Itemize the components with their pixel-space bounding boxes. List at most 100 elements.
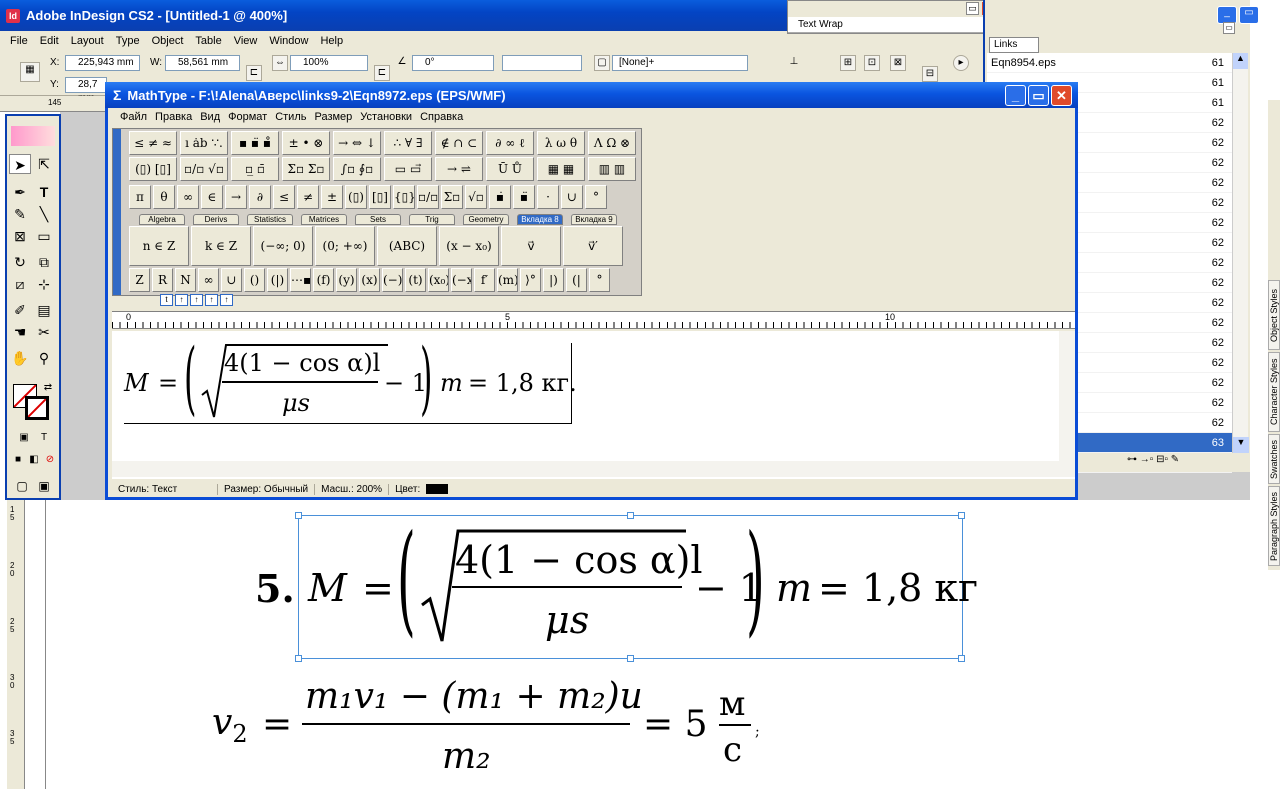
- scroll-up-icon[interactable]: ▲: [1233, 53, 1248, 69]
- links-tab[interactable]: Links: [989, 37, 1039, 53]
- mt-menu-style[interactable]: Стиль: [271, 111, 310, 123]
- small-bar-button-13[interactable]: Σ▫: [441, 185, 463, 209]
- free-transform-tool-icon[interactable]: ⊹: [33, 274, 55, 294]
- small-bar-button-4[interactable]: →: [225, 185, 247, 209]
- small-template-button-11[interactable]: (−): [382, 268, 403, 292]
- rotate-tool-icon[interactable]: ↻: [9, 252, 31, 272]
- hand-tool-icon[interactable]: ✋: [9, 348, 31, 368]
- small-template-button-4[interactable]: ∪: [221, 268, 242, 292]
- template-palette-8[interactable]: ▦ ▦: [537, 157, 585, 181]
- small-template-button-7[interactable]: ⋯▪: [290, 268, 311, 292]
- small-template-button-14[interactable]: (−x): [451, 268, 472, 292]
- symbol-palette-1[interactable]: ı ȧb ∵.: [180, 131, 228, 155]
- small-template-button-13[interactable]: (x₀): [428, 268, 449, 292]
- w-field[interactable]: 58,561 mm: [165, 55, 240, 71]
- menu-window[interactable]: Window: [263, 35, 314, 47]
- small-template-button-8[interactable]: (f): [313, 268, 334, 292]
- symbol-palette-2[interactable]: ▪ ▪̈ ▪̊: [231, 131, 279, 155]
- stroke-swatch[interactable]: [25, 396, 49, 420]
- fit-icon[interactable]: ⊞: [840, 55, 856, 71]
- panel-menu-icon[interactable]: ▸: [953, 55, 969, 71]
- button-tool-icon[interactable]: ☚: [9, 322, 31, 342]
- small-template-button-17[interactable]: ⟩°: [520, 268, 541, 292]
- small-bar-button-6[interactable]: ≤: [273, 185, 295, 209]
- small-bar-button-8[interactable]: ±: [321, 185, 343, 209]
- small-bar-button-17[interactable]: ·: [537, 185, 559, 209]
- scale-tool-icon[interactable]: ⧉: [33, 252, 55, 272]
- palette-tab-1[interactable]: Derivs: [193, 214, 239, 225]
- palette-tab-5[interactable]: Trig: [409, 214, 455, 225]
- menu-table[interactable]: Table: [189, 35, 227, 47]
- close-icon[interactable]: ✕: [1051, 85, 1072, 106]
- object-styles-tab[interactable]: Object Styles: [1268, 280, 1280, 350]
- small-bar-button-10[interactable]: [▯]: [369, 185, 391, 209]
- small-template-button-3[interactable]: ∞: [198, 268, 219, 292]
- small-bar-button-16[interactable]: ▪̈: [513, 185, 535, 209]
- size-button[interactable]: ↑: [205, 294, 218, 306]
- tab-template-button-1[interactable]: k ∈ Z: [191, 226, 251, 266]
- y-field[interactable]: 28,7 mm: [65, 77, 107, 104]
- small-bar-button-9[interactable]: (▯): [345, 185, 367, 209]
- stroke-icon[interactable]: ▢: [594, 55, 610, 71]
- small-bar-button-1[interactable]: θ: [153, 185, 175, 209]
- equation-editor-area[interactable]: M = ( 4(1 − cos α)l μs − 1 ) m = 1,8 кг.: [112, 331, 1075, 479]
- symbol-palette-0[interactable]: ≤ ≠ ≈: [129, 131, 177, 155]
- swatches-tab[interactable]: Swatches: [1268, 434, 1280, 484]
- pen-tool-icon[interactable]: ✒: [9, 182, 31, 202]
- rectangle-frame-tool-icon[interactable]: ⊠: [9, 226, 31, 246]
- type-tool-icon[interactable]: T: [33, 182, 55, 202]
- menu-view[interactable]: View: [228, 35, 264, 47]
- palette-tab-2[interactable]: Statistics: [247, 214, 293, 225]
- preview-mode-icon[interactable]: ▣: [33, 476, 55, 496]
- tab-template-button-6[interactable]: v⃗: [501, 226, 561, 266]
- small-template-button-10[interactable]: (x): [359, 268, 380, 292]
- palette-tab-4[interactable]: Sets: [355, 214, 401, 225]
- scale-field[interactable]: 100%: [290, 55, 368, 71]
- line-tool-icon[interactable]: ╲: [33, 204, 55, 224]
- small-template-button-19[interactable]: (|: [566, 268, 587, 292]
- tab-template-button-3[interactable]: (0; +∞): [315, 226, 375, 266]
- template-palette-4[interactable]: ∫▫ ∮▫: [333, 157, 381, 181]
- tab-template-button-5[interactable]: (x − x₀): [439, 226, 499, 266]
- gradient-tool-icon[interactable]: ▤: [33, 300, 55, 320]
- small-bar-button-3[interactable]: ∈: [201, 185, 223, 209]
- frame-handle[interactable]: [958, 655, 965, 662]
- swap-fill-stroke-icon[interactable]: ⇄: [37, 378, 59, 398]
- scissors-tool-icon[interactable]: ✂: [33, 322, 55, 342]
- template-palette-7[interactable]: Ū Ů: [486, 157, 534, 181]
- formatting-container-icon[interactable]: ▣: [13, 428, 35, 448]
- minimize-icon[interactable]: ▭: [966, 2, 979, 15]
- palette-tab-8[interactable]: Вкладка 9: [571, 214, 617, 225]
- symbol-palette-9[interactable]: Λ Ω ⊗: [588, 131, 636, 155]
- mt-menu-view[interactable]: Вид: [196, 111, 224, 123]
- template-palette-0[interactable]: (▯) [▯]: [129, 157, 177, 181]
- symbol-palette-6[interactable]: ∉ ∩ ⊂: [435, 131, 483, 155]
- panel-minimize-icon[interactable]: ▭: [1223, 22, 1235, 34]
- link-row[interactable]: Eqn8954.eps 61: [987, 53, 1232, 73]
- palette-tab-3[interactable]: Matrices: [301, 214, 347, 225]
- menu-edit[interactable]: Edit: [34, 35, 65, 47]
- small-bar-button-7[interactable]: ≠: [297, 185, 319, 209]
- size-button[interactable]: t: [160, 294, 173, 306]
- small-template-button-5[interactable]: (): [244, 268, 265, 292]
- constrain-icon[interactable]: ⊏: [246, 65, 262, 81]
- frame-handle[interactable]: [295, 655, 302, 662]
- minimize-icon[interactable]: _: [1005, 85, 1026, 106]
- small-template-button-1[interactable]: R: [152, 268, 173, 292]
- eyedropper-tool-icon[interactable]: ✐: [9, 300, 31, 320]
- symbol-palette-5[interactable]: ∴ ∀ ∃: [384, 131, 432, 155]
- template-palette-1[interactable]: ▫/▫ √▫: [180, 157, 228, 181]
- small-template-button-2[interactable]: N: [175, 268, 196, 292]
- links-scrollbar[interactable]: ▲ ▼: [1232, 53, 1249, 453]
- constrain-scale-icon[interactable]: ⊏: [374, 65, 390, 81]
- center-content-icon[interactable]: ⊠: [890, 55, 906, 71]
- menu-layout[interactable]: Layout: [65, 35, 110, 47]
- palette-tab-7[interactable]: Вкладка 8: [517, 214, 563, 225]
- small-template-button-12[interactable]: (t): [405, 268, 426, 292]
- symbol-palette-3[interactable]: ± • ⊗: [282, 131, 330, 155]
- small-template-button-6[interactable]: (|): [267, 268, 288, 292]
- small-bar-button-0[interactable]: π: [129, 185, 151, 209]
- mt-menu-file[interactable]: Файл: [116, 111, 151, 123]
- tab-template-button-2[interactable]: (−∞; 0): [253, 226, 313, 266]
- symbol-palette-7[interactable]: ∂ ∞ ℓ: [486, 131, 534, 155]
